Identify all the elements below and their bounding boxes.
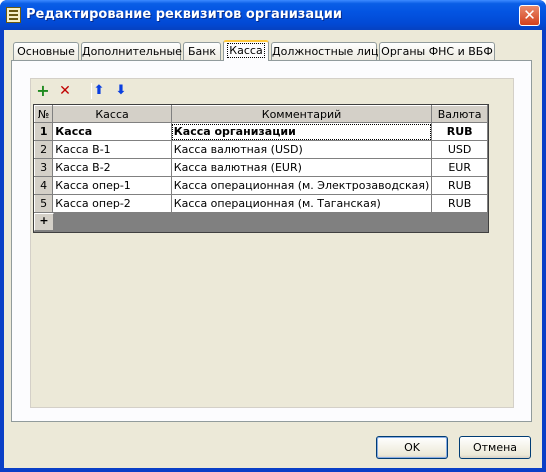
table-row[interactable]: 5 Касса опер-2 Касса операционная (м. Тага… <box>33 194 488 213</box>
row-number-cell[interactable]: 4 <box>33 176 54 195</box>
kassa-grid[interactable]: № Касса Комментарий Валюта 1 Касса Касса о… <box>33 104 489 233</box>
move-down-icon[interactable]: ⬇ <box>111 81 131 101</box>
kassa-cell[interactable]: Касса опер-1 <box>52 176 172 195</box>
currency-cell[interactable]: EUR <box>431 158 488 177</box>
tab-panel-kassa: + ✕ ⬆ ⬇ № Касса Комментарий Валюта 1 Кас… <box>11 60 532 422</box>
kassa-cell[interactable]: Касса опер-2 <box>52 194 172 213</box>
tab-label: Должностные лица <box>272 45 386 58</box>
row-number-cell[interactable]: 2 <box>33 140 54 159</box>
kassa-group: + ✕ ⬆ ⬇ № Касса Комментарий Валюта 1 Кас… <box>30 78 514 408</box>
currency-cell[interactable]: RUB <box>431 176 488 195</box>
comment-cell[interactable]: Касса операционная (м. Электрозаводская) <box>170 176 433 195</box>
tab-osnovnye[interactable]: Основные <box>13 42 79 60</box>
app-icon <box>6 7 21 23</box>
column-header-currency[interactable]: Валюта <box>431 105 488 123</box>
tab-label: Банк <box>187 45 217 58</box>
table-row[interactable]: 2 Касса В-1 Касса валютная (USD) USD <box>33 140 488 159</box>
move-up-icon[interactable]: ⬆ <box>89 81 109 101</box>
window-title: Редактирование реквизитов организации <box>26 7 342 22</box>
comment-cell[interactable]: Касса валютная (USD) <box>170 140 433 159</box>
kassa-table: № Касса Комментарий Валюта 1 Касса Касса о… <box>33 105 488 213</box>
title-bar[interactable]: Редактирование реквизитов организации ✕ <box>0 0 546 30</box>
dialog-window: Редактирование реквизитов организации ✕ … <box>0 0 546 472</box>
close-button[interactable]: ✕ <box>519 5 540 26</box>
tab-organy-fns[interactable]: Органы ФНС и ВБФ <box>379 42 495 60</box>
tab-kassa[interactable]: Касса <box>223 40 269 61</box>
table-row[interactable]: 3 Касса В-2 Касса валютная (EUR) EUR <box>33 158 488 177</box>
add-row-icon[interactable]: + <box>33 81 53 101</box>
cancel-button[interactable]: Отмена <box>459 436 531 459</box>
dialog-client: Основные Дополнительные Банк Касса Должн… <box>4 30 542 468</box>
currency-cell[interactable]: RUB <box>431 194 488 213</box>
tab-label: Касса <box>227 43 265 58</box>
kassa-cell[interactable]: Касса В-1 <box>52 140 172 159</box>
column-header-comment[interactable]: Комментарий <box>170 105 433 123</box>
table-header-row: № Касса Комментарий Валюта <box>33 105 488 123</box>
tab-bank[interactable]: Банк <box>183 42 221 60</box>
row-number-cell[interactable]: 5 <box>33 194 54 213</box>
tab-dolzhnostnye-litsa[interactable]: Должностные лица <box>271 42 385 60</box>
currency-cell[interactable]: RUB <box>431 122 488 141</box>
tab-dopolnitelnye[interactable]: Дополнительные <box>81 42 182 60</box>
tab-label: Органы ФНС и ВБФ <box>381 45 493 58</box>
table-row[interactable]: 4 Касса опер-1 Касса операционная (м. Элек… <box>33 176 488 195</box>
currency-cell[interactable]: USD <box>431 140 488 159</box>
comment-cell[interactable]: Касса организации <box>170 122 433 141</box>
tab-label: Дополнительные <box>82 45 182 58</box>
delete-row-icon[interactable]: ✕ <box>55 81 75 101</box>
row-number-cell[interactable]: 1 <box>33 122 54 141</box>
comment-cell[interactable]: Касса операционная (м. Таганская) <box>170 194 433 213</box>
row-number-cell[interactable]: 3 <box>33 158 54 177</box>
new-row-indicator[interactable]: + <box>34 213 54 231</box>
tab-label: Основные <box>17 45 75 58</box>
column-header-num[interactable]: № <box>33 105 54 123</box>
kassa-cell[interactable]: Касса <box>52 122 172 141</box>
column-header-kassa[interactable]: Касса <box>52 105 172 123</box>
kassa-cell[interactable]: Касса В-2 <box>52 158 172 177</box>
ok-button[interactable]: OK <box>376 436 448 459</box>
table-row[interactable]: 1 Касса Касса организации RUB <box>33 122 488 141</box>
comment-cell[interactable]: Касса валютная (EUR) <box>170 158 433 177</box>
